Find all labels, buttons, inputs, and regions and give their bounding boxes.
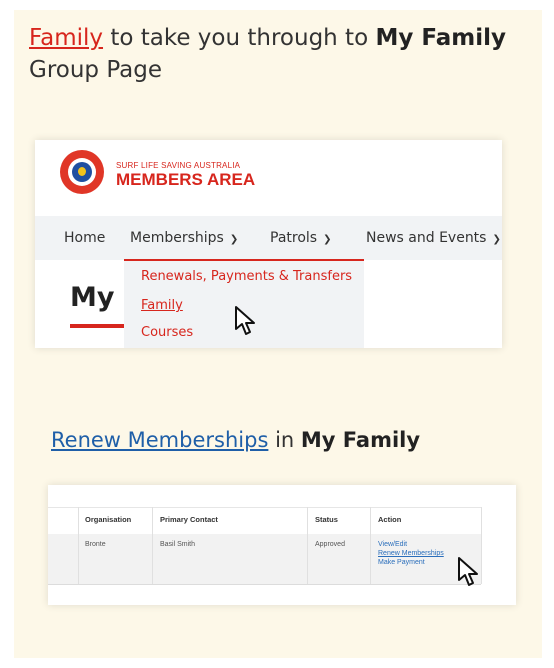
header-organisation: Organisation bbox=[85, 515, 132, 524]
menu-item-family[interactable]: Family bbox=[141, 298, 183, 313]
header-status: Status bbox=[315, 515, 338, 524]
nav-patrols[interactable]: Patrols ❯ bbox=[270, 230, 331, 246]
my-family-bold-2: My Family bbox=[300, 428, 421, 452]
action-view-edit[interactable]: View/Edit bbox=[378, 541, 407, 548]
brand-title: MEMBERS AREA bbox=[116, 170, 256, 189]
nav-memberships[interactable]: Memberships ❯ bbox=[130, 230, 238, 246]
column-divider bbox=[370, 507, 371, 584]
cell-primary-contact: Basil Smith bbox=[160, 541, 196, 548]
action-renew-memberships[interactable]: Renew Memberships bbox=[378, 550, 444, 557]
cursor-icon bbox=[458, 557, 478, 586]
action-make-payment[interactable]: Make Payment bbox=[378, 559, 425, 566]
menu-item-renewals[interactable]: Renewals, Payments & Transfers bbox=[141, 269, 352, 284]
members-area-screenshot: SURF LIFE SAVING AUSTRALIA MEMBERS AREA … bbox=[35, 140, 502, 348]
nav-news-label: News and Events bbox=[366, 230, 487, 246]
step1-text-a: to take you through to bbox=[103, 25, 376, 51]
slsa-logo-icon[interactable] bbox=[60, 150, 104, 194]
family-table-screenshot: Organisation Primary Contact Status Acti… bbox=[48, 485, 516, 605]
chevron-down-icon: ❯ bbox=[323, 234, 332, 245]
cell-status: Approved bbox=[315, 541, 345, 548]
step2-instruction: Renew Memberships in My Family bbox=[51, 425, 531, 455]
nav-memberships-label: Memberships bbox=[130, 230, 224, 246]
column-divider bbox=[307, 507, 308, 584]
column-divider bbox=[152, 507, 153, 584]
nav-patrols-label: Patrols bbox=[270, 230, 318, 246]
family-link[interactable]: Family bbox=[29, 25, 103, 51]
renew-memberships-link[interactable]: Renew Memberships bbox=[51, 428, 268, 452]
header-action: Action bbox=[378, 515, 402, 524]
column-divider bbox=[78, 507, 79, 584]
page-title: My bbox=[70, 282, 115, 313]
nav-news-events[interactable]: News and Events ❯ bbox=[366, 230, 501, 246]
cursor-icon bbox=[235, 306, 255, 335]
step2-text: in bbox=[268, 428, 301, 452]
main-nav: Home Memberships ❯ Patrols ❯ News and Even… bbox=[35, 216, 502, 260]
header-primary-contact: Primary Contact bbox=[160, 515, 218, 524]
nav-home[interactable]: Home bbox=[64, 230, 105, 246]
title-underline bbox=[70, 324, 128, 328]
my-family-bold: My Family bbox=[375, 25, 506, 51]
cell-organisation: Bronte bbox=[85, 541, 106, 548]
chevron-down-icon: ❯ bbox=[492, 234, 501, 245]
brand-subtitle: SURF LIFE SAVING AUSTRALIA bbox=[116, 161, 241, 170]
nav-home-label: Home bbox=[64, 230, 106, 246]
step1-text-b: Group Page bbox=[29, 57, 163, 83]
menu-item-courses[interactable]: Courses bbox=[141, 325, 193, 340]
step1-instruction: Family to take you through to My Family … bbox=[29, 22, 509, 86]
chevron-down-icon: ❯ bbox=[229, 234, 239, 245]
